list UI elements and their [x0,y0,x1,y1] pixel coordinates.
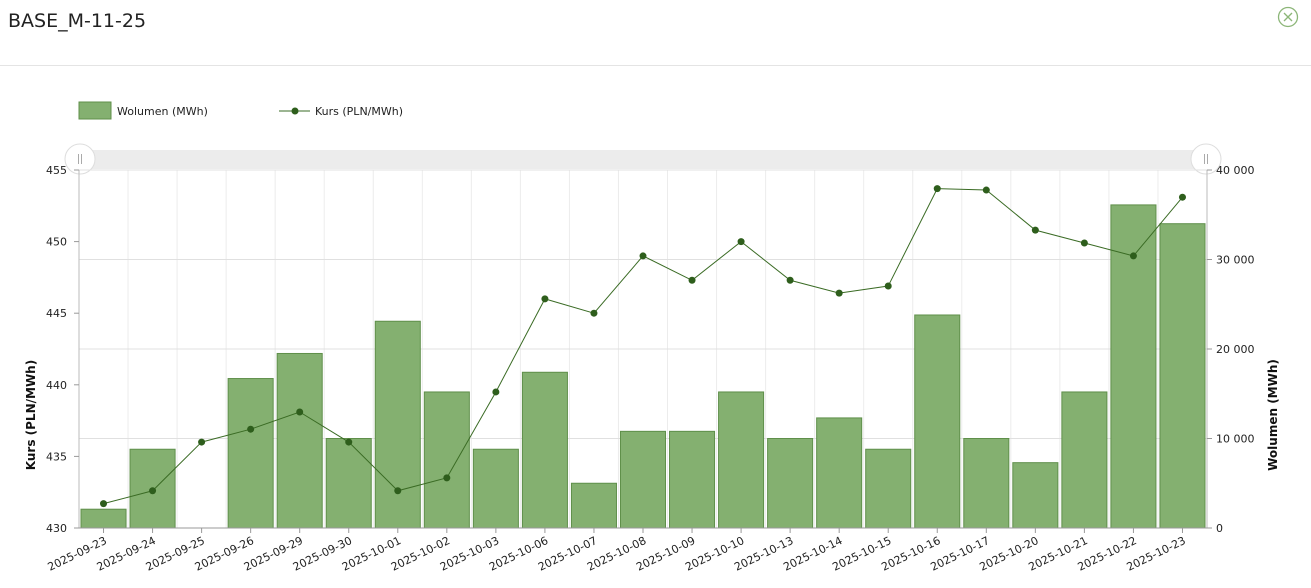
legend-line-marker [291,107,299,115]
volume-bar[interactable] [865,448,912,529]
y-right-tick-label: 30 000 [1216,254,1255,267]
volume-bar[interactable] [1159,223,1206,529]
volume-bar[interactable] [276,352,323,529]
y-right-tick-label: 20 000 [1216,343,1255,356]
price-point[interactable] [296,408,304,416]
volume-bar[interactable] [472,448,519,529]
dialog-header: BASE_M-11-25 [0,0,1311,66]
price-point[interactable] [737,238,745,246]
price-point[interactable] [982,186,990,194]
y-left-tick-label: 455 [46,164,67,177]
price-point[interactable] [933,185,941,193]
price-point[interactable] [149,487,157,495]
price-point[interactable] [639,252,647,260]
price-point[interactable] [835,289,843,297]
price-point[interactable] [541,295,549,303]
y-right-tick-label: 40 000 [1216,164,1255,177]
price-point[interactable] [688,276,696,284]
price-point[interactable] [590,309,598,317]
scrollbar-track[interactable] [79,150,1207,169]
y-right-tick-label: 10 000 [1216,433,1255,446]
legend-line-label: Kurs (PLN/MWh) [315,105,403,118]
price-point[interactable] [492,388,500,396]
legend-bar-swatch [78,101,112,120]
price-point[interactable] [443,474,451,482]
price-point[interactable] [1080,239,1088,247]
close-button[interactable] [1277,6,1299,28]
price-point[interactable] [786,276,794,284]
price-point[interactable] [198,438,206,446]
volume-bar[interactable] [374,320,421,529]
volume-bar[interactable] [1061,391,1108,529]
volume-bar[interactable] [816,417,863,529]
price-point[interactable] [345,438,353,446]
price-point[interactable] [100,500,108,508]
volume-bar[interactable] [619,430,667,529]
legend-bar-label: Wolumen (MWh) [117,105,208,118]
y-left-tick-label: 435 [46,450,67,463]
volume-bar[interactable] [80,508,127,529]
price-point[interactable] [1129,252,1137,260]
y-left-tick-label: 445 [46,307,67,320]
volume-bar[interactable] [570,482,617,529]
volume-bar[interactable] [423,391,470,529]
y-left-tick-label: 450 [46,236,67,249]
price-point[interactable] [884,282,892,290]
legend: Wolumen (MWh) Kurs (PLN/MWh) [78,101,403,120]
price-point[interactable] [247,425,255,433]
price-point[interactable] [1178,193,1186,201]
chart: Wolumen (MWh) Kurs (PLN/MWh) Kurs (PLN/M… [24,101,1280,574]
volume-bar[interactable] [914,314,961,529]
price-point[interactable] [394,487,402,495]
volume-bar[interactable] [325,438,372,529]
y-axis-left-title: Kurs (PLN/MWh) [24,360,38,470]
close-icon [1277,6,1299,28]
volume-bar[interactable] [669,430,716,529]
volume-bar[interactable] [521,371,568,529]
page-title: BASE_M-11-25 [8,10,147,32]
volume-bar[interactable] [718,391,765,529]
volume-bar[interactable] [767,438,814,529]
volume-bar[interactable] [227,378,274,529]
y-axis-right-title: Wolumen (MWh) [1266,359,1280,471]
volume-bar[interactable] [963,438,1010,529]
y-left-tick-label: 430 [46,522,67,535]
y-left-tick-label: 440 [46,379,67,392]
price-point[interactable] [1031,226,1039,234]
y-right-tick-label: 0 [1216,522,1223,535]
volume-bar[interactable] [1012,462,1059,529]
